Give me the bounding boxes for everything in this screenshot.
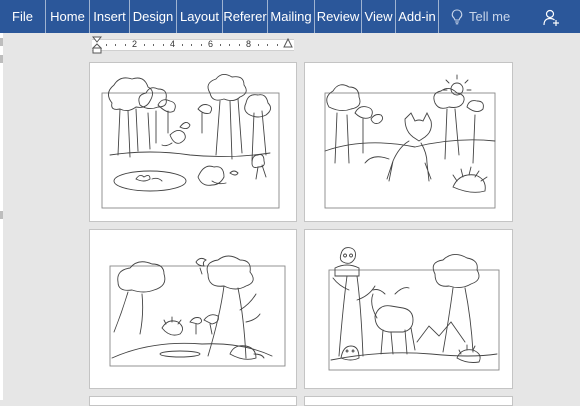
ruler-tick [115,44,116,46]
ruler-number: 2 [132,39,138,49]
tab-review[interactable]: Review [315,0,362,33]
ruler-tick [144,44,145,46]
ruler-tick [153,44,154,46]
ruler-tick [191,44,192,46]
tab-file[interactable]: File [0,0,46,33]
ruler-mark [0,38,3,46]
page-thumbnail-5[interactable] [89,396,297,406]
tell-me-box[interactable]: Tell me [451,8,511,25]
left-indent-marker[interactable] [92,36,102,54]
ruler-tick [258,44,259,46]
ruler-tick [229,44,230,46]
vertical-ruler [0,33,3,400]
ruler-tick [106,44,107,46]
tab-references[interactable]: Referer [223,0,268,33]
lightbulb-icon [451,8,463,24]
ruler-mark [0,211,3,219]
ruler-tick [125,44,126,46]
coloring-page-moose-owl [328,247,500,371]
ruler-tick [239,44,240,46]
coloring-page-hedgehog-bird [109,255,286,367]
page-thumbnail-4[interactable] [304,229,513,389]
ruler-number: 4 [170,39,176,49]
coloring-page-fox-porcupine [324,74,496,209]
tell-me-label: Tell me [469,9,511,24]
ruler-tick [267,44,268,46]
ruler-tick [163,44,164,46]
ribbon-tab-bar: File Home Insert Design Layout Referer M… [0,0,580,33]
page-thumbnail-3[interactable] [89,229,297,389]
tab-mailings[interactable]: Mailing [268,0,315,33]
tab-add-ins[interactable]: Add-in [396,0,439,33]
page-thumbnail-1[interactable] [89,62,297,222]
ruler-mark [0,55,3,63]
tab-home[interactable]: Home [46,0,90,33]
ruler-tick [182,44,183,46]
coloring-page-forest-skunks [101,74,280,209]
tab-view[interactable]: View [362,0,396,33]
page-thumbnail-2[interactable] [304,62,513,222]
tab-design[interactable]: Design [130,0,177,33]
ruler-number: 8 [246,39,252,49]
tab-layout[interactable]: Layout [177,0,223,33]
tab-insert[interactable]: Insert [90,0,130,33]
person-add-icon[interactable] [542,8,560,26]
ruler-tick [201,44,202,46]
ruler-number: 6 [208,39,214,49]
page-thumbnail-6[interactable] [304,396,513,406]
ruler-tick [220,44,221,46]
right-indent-marker[interactable] [283,38,293,48]
ruler-tick [277,44,278,46]
horizontal-ruler: 2 4 6 8 [92,39,294,51]
